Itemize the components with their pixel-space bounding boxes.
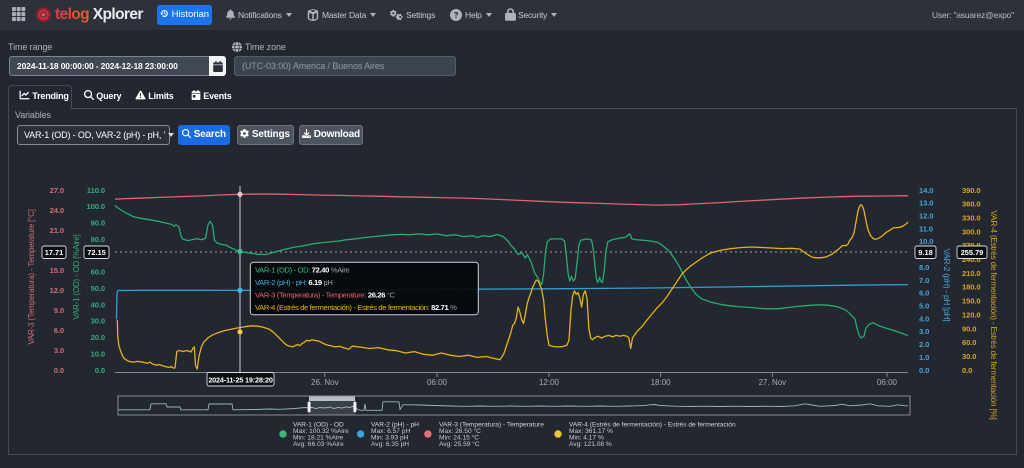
svg-text:6.0: 6.0 [54,326,64,335]
svg-text:18:00: 18:00 [651,378,672,387]
svg-text:21.0: 21.0 [50,226,64,235]
svg-text:12.0: 12.0 [50,286,64,295]
svg-text:10.0: 10.0 [919,237,933,246]
svg-text:VAR-4 (Estrés de fermentación): VAR-4 (Estrés de fermentación) - Estrés … [255,303,457,312]
svg-text:12.0: 12.0 [919,212,933,221]
svg-text:6.0: 6.0 [919,289,929,298]
svg-text:12:00: 12:00 [539,378,560,387]
svg-text:VAR-4 (Estrés de fermentación): VAR-4 (Estrés de fermentación) - Estrés … [989,210,998,419]
svg-text:9.0: 9.0 [54,306,64,315]
svg-text:4.0: 4.0 [919,314,929,323]
svg-text:330.0: 330.0 [962,214,981,223]
svg-text:26. Nov: 26. Nov [311,378,339,387]
svg-text:17.71: 17.71 [45,248,64,257]
svg-text:0.0: 0.0 [919,366,929,375]
svg-text:60.0: 60.0 [91,268,105,277]
svg-text:13.0: 13.0 [919,199,933,208]
svg-text:80.0: 80.0 [91,235,105,244]
svg-text:27.0: 27.0 [50,186,64,195]
svg-text:VAR-2 (pH) - pH [pH]: VAR-2 (pH) - pH [pH] [942,249,951,322]
svg-text:VAR-1 (OD) - OD: 72.40 %Aire: VAR-1 (OD) - OD: 72.40 %Aire [255,266,349,275]
svg-text:VAR-2 (pH) - pH: 6.19 pH: VAR-2 (pH) - pH: 6.19 pH [255,278,333,287]
svg-text:15.0: 15.0 [50,266,64,275]
svg-text:VAR-3 (Temperatura) - Temperat: VAR-3 (Temperatura) - Temperature [°C] [27,209,36,344]
svg-text:3.0: 3.0 [54,346,64,355]
svg-text:5.0: 5.0 [919,302,929,311]
svg-text:100.0: 100.0 [86,202,105,211]
svg-text:20.0: 20.0 [91,333,105,342]
svg-text:360.0: 360.0 [962,200,981,209]
svg-text:90.0: 90.0 [962,324,976,333]
svg-text:06:00: 06:00 [877,378,898,387]
svg-text:0.0: 0.0 [54,366,64,375]
svg-text:14.0: 14.0 [919,186,933,195]
svg-text:Avg: 121.08 %: Avg: 121.08 % [569,441,612,448]
svg-text:72.15: 72.15 [87,248,106,257]
svg-text:30.0: 30.0 [91,317,105,326]
svg-text:2024-11-25 19:28:20: 2024-11-25 19:28:20 [208,375,273,384]
svg-text:300.0: 300.0 [962,227,981,236]
svg-text:210.0: 210.0 [962,269,981,278]
svg-text:1.0: 1.0 [919,353,929,362]
svg-text:120.0: 120.0 [962,310,981,319]
svg-text:3.0: 3.0 [919,327,929,336]
svg-text:150.0: 150.0 [962,297,981,306]
svg-text:VAR-3 (Temperatura) - Temperat: VAR-3 (Temperatura) - Temperature: 26.26… [255,291,396,300]
svg-text:0.0: 0.0 [95,366,105,375]
svg-text:390.0: 390.0 [962,186,981,195]
svg-text:9.18: 9.18 [918,248,932,257]
svg-text:11.0: 11.0 [919,224,933,233]
svg-text:Avg: 66.03 %Aire: Avg: 66.03 %Aire [293,441,344,448]
svg-text:06:00: 06:00 [427,378,448,387]
svg-text:10.0: 10.0 [91,349,105,358]
svg-text:180.0: 180.0 [962,283,981,292]
svg-text:27. Nov: 27. Nov [759,378,787,387]
svg-text:VAR-1 (OD) - OD [%Aire]: VAR-1 (OD) - OD [%Aire] [72,234,81,319]
svg-text:2.0: 2.0 [919,340,929,349]
svg-text:110.0: 110.0 [87,186,105,195]
svg-text:30.0: 30.0 [962,352,976,361]
svg-text:Avg: 25.59 °C: Avg: 25.59 °C [439,440,480,448]
svg-text:50.0: 50.0 [91,284,105,293]
svg-text:90.0: 90.0 [91,219,105,228]
svg-text:60.0: 60.0 [962,338,976,347]
svg-text:255.79: 255.79 [961,248,984,257]
svg-text:Avg: 6.35 pH: Avg: 6.35 pH [371,441,409,448]
svg-text:7.0: 7.0 [919,276,929,285]
svg-text:40.0: 40.0 [91,300,105,309]
svg-text:0.0: 0.0 [962,366,972,375]
svg-text:8.0: 8.0 [919,263,929,272]
svg-text:24.0: 24.0 [50,206,64,215]
